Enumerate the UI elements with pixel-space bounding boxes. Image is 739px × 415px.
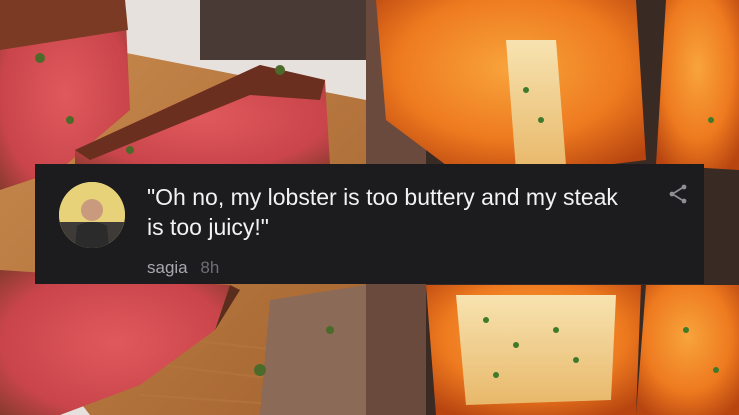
username[interactable]: sagia — [147, 258, 188, 277]
comment-text: "Oh no, my lobster is too buttery and my… — [147, 184, 618, 240]
comment-card: "Oh no, my lobster is too buttery and my… — [35, 164, 704, 284]
comment-meta: sagia 8h — [147, 258, 219, 278]
timestamp: 8h — [200, 258, 220, 277]
share-icon[interactable] — [666, 182, 690, 206]
avatar[interactable] — [59, 182, 125, 248]
